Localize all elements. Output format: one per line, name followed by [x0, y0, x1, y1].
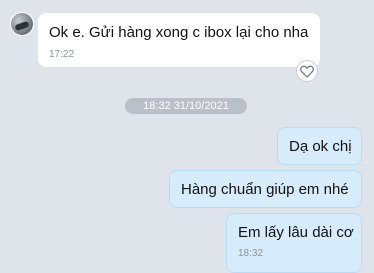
- outgoing-message-bubble[interactable]: Em lấy lâu dài cơ 18:32: [226, 213, 362, 273]
- reaction-button[interactable]: [296, 60, 318, 82]
- outgoing-message-bubble[interactable]: Hàng chuẩn giúp em nhé: [169, 170, 362, 208]
- contact-avatar[interactable]: [10, 12, 34, 36]
- outgoing-message-time: 18:32: [238, 248, 264, 259]
- date-divider: 18:32 31/10/2021: [125, 98, 247, 114]
- incoming-message-bubble[interactable]: Ok e. Gửi hàng xong c ibox lại cho nha 1…: [38, 13, 320, 67]
- outgoing-message-bubble[interactable]: Dạ ok chị: [277, 127, 362, 165]
- heart-icon: [300, 65, 314, 78]
- incoming-message-text: Ok e. Gửi hàng xong c ibox lại cho nha: [49, 24, 309, 41]
- outgoing-message-text: Em lấy lâu dài cơ: [238, 224, 354, 241]
- outgoing-message-text: Dạ ok chị: [289, 138, 352, 155]
- incoming-message-time: 17:22: [49, 49, 75, 60]
- outgoing-message-text: Hàng chuẩn giúp em nhé: [181, 181, 349, 198]
